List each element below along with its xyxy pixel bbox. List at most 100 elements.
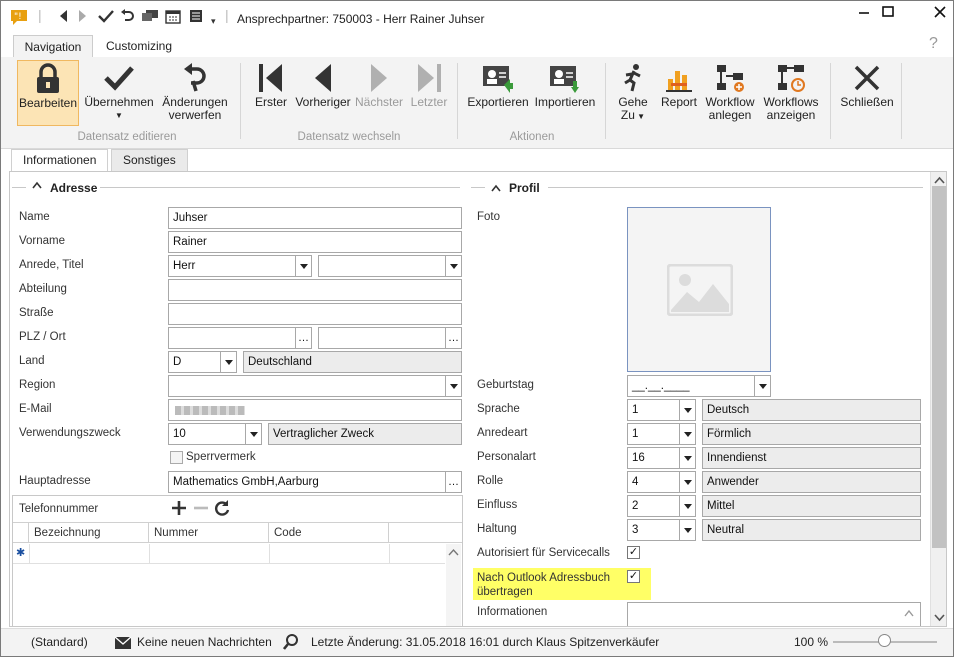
scroll-down-icon[interactable]: [931, 612, 947, 624]
chevron-down-icon[interactable]: [754, 376, 770, 396]
ort-field[interactable]: …: [318, 327, 462, 349]
personalart-select[interactable]: 16: [627, 447, 696, 469]
anredeart-select[interactable]: 1: [627, 423, 696, 445]
form-scrollbar[interactable]: [930, 172, 947, 626]
schliessen-button[interactable]: Schließen: [839, 60, 895, 126]
chevron-down-icon[interactable]: [679, 496, 695, 516]
vorheriger-button[interactable]: Vorheriger: [294, 60, 352, 126]
back-icon[interactable]: [57, 9, 69, 26]
abteilung-field[interactable]: [168, 279, 462, 301]
workflow-anlegen-button[interactable]: Workflow anlegen: [703, 60, 757, 126]
tab-sonstiges[interactable]: Sonstiges: [111, 149, 188, 171]
name-field[interactable]: Juhser: [168, 207, 462, 229]
zoom-slider-thumb[interactable]: [878, 634, 891, 647]
exportieren-button[interactable]: Exportieren: [466, 60, 530, 126]
uebernehmen-button[interactable]: Übernehmen ▼: [83, 60, 155, 126]
titel-select[interactable]: [318, 255, 462, 277]
erster-button[interactable]: Erster: [251, 60, 291, 126]
photo-box[interactable]: [627, 207, 771, 372]
ellipsis-button[interactable]: …: [445, 472, 461, 492]
chevron-down-icon[interactable]: [220, 352, 236, 372]
chevron-down-icon[interactable]: [679, 448, 695, 468]
grid-scrollbar[interactable]: [446, 544, 461, 626]
application-window: "! | ▾ | Ansprechpartner: 750003 - Herr …: [0, 0, 954, 657]
vorname-field[interactable]: Rainer: [168, 231, 462, 253]
tab-navigation[interactable]: Navigation: [13, 35, 93, 57]
land-name-field: Deutschland: [243, 351, 462, 373]
ellipsis-button[interactable]: …: [295, 328, 311, 348]
minimize-icon[interactable]: [858, 3, 870, 19]
anrede-select[interactable]: Herr: [168, 255, 312, 277]
strasse-field[interactable]: [168, 303, 462, 325]
dropdown-arrow-icon: ▼: [634, 112, 646, 121]
column-code[interactable]: Code: [269, 523, 389, 543]
help-icon[interactable]: ?: [929, 35, 938, 53]
verwendungszweck-name-field: Vertraglicher Zweck: [268, 423, 462, 445]
tab-informationen[interactable]: Informationen: [11, 149, 109, 172]
sprache-select[interactable]: 1: [627, 399, 696, 421]
geburtstag-value: __.__.____: [632, 380, 690, 392]
hauptadresse-field[interactable]: Mathematics GmbH,Aarburg …: [168, 471, 462, 493]
refresh-icon[interactable]: [213, 499, 231, 520]
remove-icon[interactable]: [193, 500, 209, 519]
scroll-up-icon[interactable]: [931, 174, 947, 186]
last-record-icon: [408, 60, 450, 96]
verwendungszweck-select[interactable]: 10: [168, 423, 262, 445]
outlook-checkbox[interactable]: ✓: [627, 570, 640, 583]
search-icon[interactable]: [282, 634, 299, 653]
autorisiert-checkbox[interactable]: ✓: [627, 546, 640, 559]
chevron-down-icon[interactable]: [679, 520, 695, 540]
list-icon[interactable]: [189, 9, 203, 26]
check-icon[interactable]: [98, 9, 114, 26]
haltung-select[interactable]: 3: [627, 519, 696, 541]
add-icon[interactable]: [171, 500, 187, 519]
close-icon[interactable]: [934, 5, 946, 21]
chevron-down-icon[interactable]: [679, 472, 695, 492]
messages-status[interactable]: Keine neuen Nachrichten: [137, 635, 272, 649]
importieren-button[interactable]: Importieren: [533, 60, 597, 126]
collapse-icon[interactable]: [32, 181, 42, 192]
informationen-textarea[interactable]: [627, 602, 921, 626]
gehe-zu-button[interactable]: Gehe Zu ▼: [613, 60, 653, 126]
chevron-down-icon[interactable]: [295, 256, 311, 276]
label-foto: Foto: [477, 211, 501, 223]
land-select[interactable]: D: [168, 351, 237, 373]
workflows-anzeigen-button[interactable]: Workflows anzeigen: [761, 60, 821, 126]
column-bezeichnung[interactable]: Bezeichnung: [29, 523, 149, 543]
collapse-icon[interactable]: [491, 181, 501, 195]
new-row[interactable]: ✱: [13, 544, 445, 564]
chevron-down-icon[interactable]: [679, 424, 695, 444]
row-indicator-header: [13, 523, 29, 543]
letzter-button[interactable]: Letzter: [408, 60, 450, 126]
report-button[interactable]: Report: [659, 60, 699, 126]
column-nummer[interactable]: Nummer: [149, 523, 269, 543]
geburtstag-field[interactable]: __.__.____: [627, 375, 771, 397]
rolle-select[interactable]: 4: [627, 471, 696, 493]
einfluss-select[interactable]: 2: [627, 495, 696, 517]
region-select[interactable]: [168, 375, 462, 397]
chevron-down-icon[interactable]: [245, 424, 261, 444]
calendar-icon[interactable]: [165, 9, 181, 27]
sperrvermerk-checkbox[interactable]: [170, 451, 183, 464]
plz-field[interactable]: …: [168, 327, 312, 349]
comment-icon[interactable]: [141, 9, 159, 26]
layout-status[interactable]: (Standard): [31, 635, 88, 649]
tab-customizing[interactable]: Customizing: [98, 35, 180, 57]
section-title-profil: Profil: [509, 181, 540, 195]
chevron-down-icon[interactable]: [445, 256, 461, 276]
bearbeiten-button[interactable]: Bearbeiten: [17, 60, 79, 126]
aenderungen-verwerfen-button[interactable]: Änderungen verwerfen: [159, 60, 231, 126]
scroll-thumb[interactable]: [932, 186, 946, 548]
email-field[interactable]: [168, 399, 462, 421]
hauptadresse-value: Mathematics GmbH,Aarburg: [173, 476, 319, 488]
chevron-down-icon[interactable]: [445, 376, 461, 396]
scroll-up-icon[interactable]: [902, 607, 916, 619]
forward-icon[interactable]: [77, 9, 89, 26]
naechster-button[interactable]: Nächster: [353, 60, 405, 126]
chevron-down-icon[interactable]: [679, 400, 695, 420]
ellipsis-button[interactable]: …: [445, 328, 461, 348]
maximize-icon[interactable]: [882, 5, 894, 21]
customize-quick-access-icon[interactable]: ▾: [211, 13, 216, 29]
undo-icon[interactable]: [120, 9, 134, 26]
divider: [389, 544, 390, 564]
